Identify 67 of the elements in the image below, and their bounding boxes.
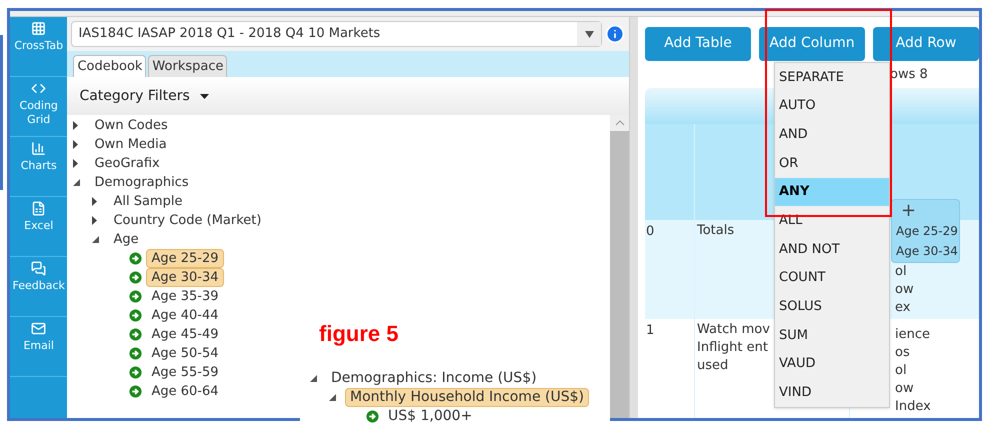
info-icon[interactable] xyxy=(605,24,626,44)
code-icon xyxy=(31,81,46,96)
statistic-label: ol xyxy=(895,263,907,282)
tree-item[interactable]: Monthly Household Income (US$) xyxy=(345,388,589,407)
arrow-circle-icon xyxy=(129,309,142,322)
tree-item[interactable]: US$ 1,000+ xyxy=(383,407,478,425)
expanded-triangle-icon[interactable] xyxy=(310,375,317,382)
tree-item[interactable]: Age 55-59 xyxy=(146,363,224,382)
tree-item[interactable]: Age 35-39 xyxy=(146,287,224,306)
arrow-circle-icon xyxy=(129,271,142,284)
chat-icon xyxy=(31,261,46,276)
arrow-circle-icon xyxy=(129,385,142,398)
caret-icon xyxy=(200,94,209,98)
collapsed-triangle-icon[interactable] xyxy=(73,121,78,130)
figure-caption: figure 5 xyxy=(318,320,400,348)
statistic-label: ow xyxy=(895,380,914,398)
arrow-circle-icon xyxy=(129,328,142,341)
arrow-circle-icon xyxy=(129,366,142,379)
panel-tab[interactable]: Codebook xyxy=(73,55,146,77)
survey-select[interactable]: IAS184C IASAP 2018 Q1 - 2018 Q4 10 Markets xyxy=(71,21,602,47)
mail-icon xyxy=(31,321,46,336)
tree-item[interactable]: Age 40-44 xyxy=(146,306,224,325)
statistic-label: ol xyxy=(895,362,907,380)
plus-sign: + xyxy=(900,201,918,221)
tree-item[interactable]: Demographics: Income (US$) xyxy=(326,369,542,388)
menu-item[interactable]: ANY xyxy=(775,178,889,206)
grid-icon xyxy=(31,21,46,36)
collapsed-triangle-icon[interactable] xyxy=(92,216,98,225)
tree-item[interactable]: Age 25-29 xyxy=(146,249,224,268)
tree-item[interactable]: Age 60-64 xyxy=(146,382,224,401)
statistic-label: Index xyxy=(895,398,931,416)
arrow-circle-icon xyxy=(129,290,142,303)
tree-item[interactable]: Age 45-49 xyxy=(146,325,224,344)
tree-item[interactable]: Own Media xyxy=(89,135,172,154)
tree-item[interactable]: Age 50-54 xyxy=(146,344,224,363)
collapsed-triangle-icon[interactable] xyxy=(73,140,78,149)
menu-item[interactable]: AUTO xyxy=(775,92,889,120)
collapsed-triangle-icon[interactable] xyxy=(73,159,78,168)
table-cell: 1 xyxy=(645,319,695,418)
tooltip-item: Age 30-34 xyxy=(896,243,959,260)
arrow-circle-icon xyxy=(129,347,142,360)
category-filters-dropdown[interactable]: Category Filters xyxy=(79,86,209,106)
tree-item[interactable]: Own Codes xyxy=(89,116,173,135)
statistic-label: ow xyxy=(895,281,914,300)
tree-item[interactable]: Demographics xyxy=(89,173,194,192)
tooltip-item: Age 25-29 xyxy=(896,223,959,240)
panel-tab[interactable]: Workspace xyxy=(148,55,228,77)
arrow-circle-icon xyxy=(129,252,142,265)
menu-item[interactable]: OR xyxy=(775,149,889,178)
dropdown-caret-icon xyxy=(584,30,594,38)
scrollbar[interactable] xyxy=(610,115,630,418)
tree-item[interactable]: All Sample xyxy=(108,192,188,211)
menu-item[interactable]: AND xyxy=(775,120,889,150)
statistic-label: ience xyxy=(895,326,930,344)
tree-item[interactable]: GeoGrafix xyxy=(89,154,165,173)
collapsed-triangle-icon[interactable] xyxy=(92,197,98,206)
tree-item[interactable]: Age xyxy=(108,230,144,249)
expanded-triangle-icon[interactable] xyxy=(92,236,100,243)
statistic-label: ex xyxy=(895,299,910,318)
bar-chart-icon xyxy=(31,141,46,156)
expanded-triangle-icon[interactable] xyxy=(329,394,336,401)
tree-item[interactable]: Country Code (Market) xyxy=(108,211,266,230)
menu-item[interactable]: SEPARATE xyxy=(775,63,889,92)
tree-item[interactable]: Age 30-34 xyxy=(146,268,224,287)
expanded-triangle-icon[interactable] xyxy=(73,179,80,186)
statistic-label: os xyxy=(895,344,910,362)
spreadsheet-icon xyxy=(31,201,46,216)
